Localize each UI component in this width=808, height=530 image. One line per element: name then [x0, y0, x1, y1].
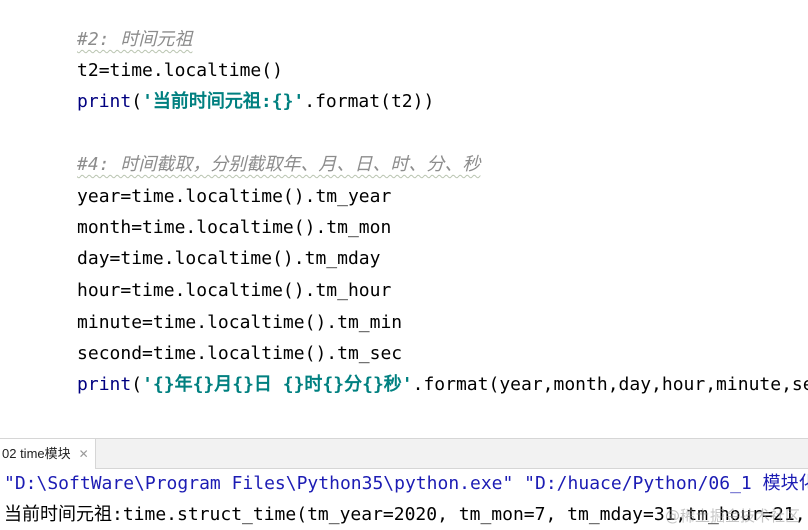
code-line-hour[interactable]: hour=time.localtime().tm_hour — [12, 249, 391, 301]
run-console[interactable]: "D:\SoftWare\Program Files\Python35\pyth… — [0, 469, 808, 530]
code-line-year[interactable]: year=time.localtime().tm_year — [12, 155, 391, 207]
run-tool-window-header: 02 time模块 ✕ — [0, 438, 808, 469]
code-line-minute[interactable]: minute=time.localtime().tm_min — [12, 281, 402, 333]
watermark-text: @稀土掘金技术社区 — [664, 507, 800, 525]
paren: ( — [131, 374, 143, 395]
run-tab-time-module[interactable]: 02 time模块 ✕ — [0, 439, 96, 469]
code-line-month[interactable]: month=time.localtime().tm_mon — [12, 186, 391, 238]
code-line-day[interactable]: day=time.localtime().tm_mday — [12, 217, 380, 269]
console-command-line: "D:\SoftWare\Program Files\Python35\pyth… — [4, 473, 808, 494]
run-tab-label: 02 time模块 — [2, 446, 71, 461]
string-literal: '{}年{}月{}日 {}时{}分{}秒' — [142, 374, 413, 395]
paren: ( — [131, 91, 143, 112]
code-line-second[interactable]: second=time.localtime().tm_sec — [12, 312, 402, 364]
print-keyword: print — [77, 91, 132, 112]
string-literal: '当前时间元祖:{}' — [142, 91, 305, 112]
print-keyword: print — [77, 374, 132, 395]
code-line-t2[interactable]: t2=time.localtime() — [12, 29, 283, 81]
code-line-comment-2[interactable]: #2: 时间元祖 — [12, 0, 192, 50]
code-line-print-2[interactable]: print('{}年{}月{}日 {}时{}分{}秒'.format(year,… — [12, 343, 808, 395]
code-line-comment-4[interactable]: #4: 时间截取，分别截取年、月、日、时、分、秒 — [12, 123, 480, 175]
close-icon[interactable]: ✕ — [77, 447, 91, 461]
code-line-print-1[interactable]: print('当前时间元祖:{}'.format(t2)) — [12, 60, 434, 112]
ide-window: #2: 时间元祖 t2=time.localtime() print('当前时间… — [0, 0, 808, 530]
format-call: .format(t2)) — [304, 91, 435, 112]
format-call: .format(year,month,day,hour,minute,secon… — [412, 374, 808, 395]
code-editor[interactable]: #2: 时间元祖 t2=time.localtime() print('当前时间… — [0, 0, 808, 438]
